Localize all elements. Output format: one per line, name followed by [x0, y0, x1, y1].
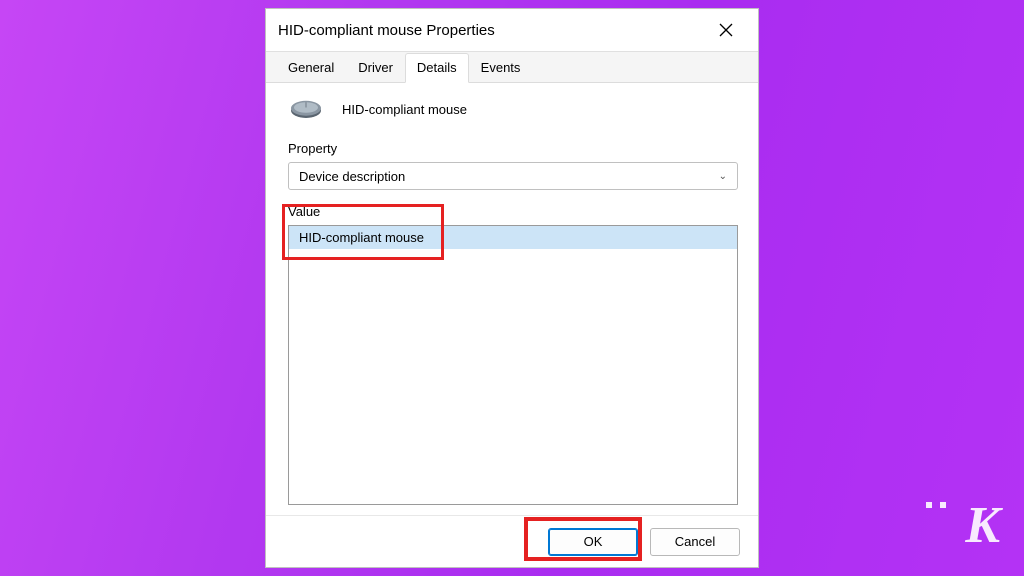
dialog-title: HID-compliant mouse Properties — [278, 22, 706, 39]
value-label: Value — [288, 204, 738, 219]
chevron-down-icon: ⌄ — [719, 171, 727, 182]
button-bar: OK Cancel — [266, 515, 758, 567]
device-name: HID-compliant mouse — [342, 102, 467, 117]
property-label: Property — [288, 141, 738, 156]
cancel-button[interactable]: Cancel — [650, 528, 740, 556]
dropdown-selected: Device description — [299, 169, 405, 184]
tab-details[interactable]: Details — [405, 53, 469, 83]
tab-driver[interactable]: Driver — [346, 53, 405, 83]
watermark-dots — [926, 502, 946, 508]
tabstrip: General Driver Details Events — [266, 51, 758, 83]
close-icon — [719, 23, 733, 37]
close-button[interactable] — [706, 14, 746, 46]
properties-dialog: HID-compliant mouse Properties General D… — [265, 8, 759, 568]
tab-body: HID-compliant mouse Property Device desc… — [266, 83, 758, 515]
value-item[interactable]: HID-compliant mouse — [289, 226, 737, 249]
watermark-logo: K — [965, 500, 1000, 552]
value-section: Value HID-compliant mouse — [288, 204, 738, 505]
ok-button[interactable]: OK — [548, 528, 638, 556]
value-listbox[interactable]: HID-compliant mouse — [288, 225, 738, 505]
tab-general[interactable]: General — [276, 53, 346, 83]
mouse-icon — [288, 97, 324, 121]
device-header: HID-compliant mouse — [288, 97, 738, 121]
property-dropdown[interactable]: Device description ⌄ — [288, 162, 738, 190]
tab-events[interactable]: Events — [469, 53, 533, 83]
titlebar: HID-compliant mouse Properties — [266, 9, 758, 51]
